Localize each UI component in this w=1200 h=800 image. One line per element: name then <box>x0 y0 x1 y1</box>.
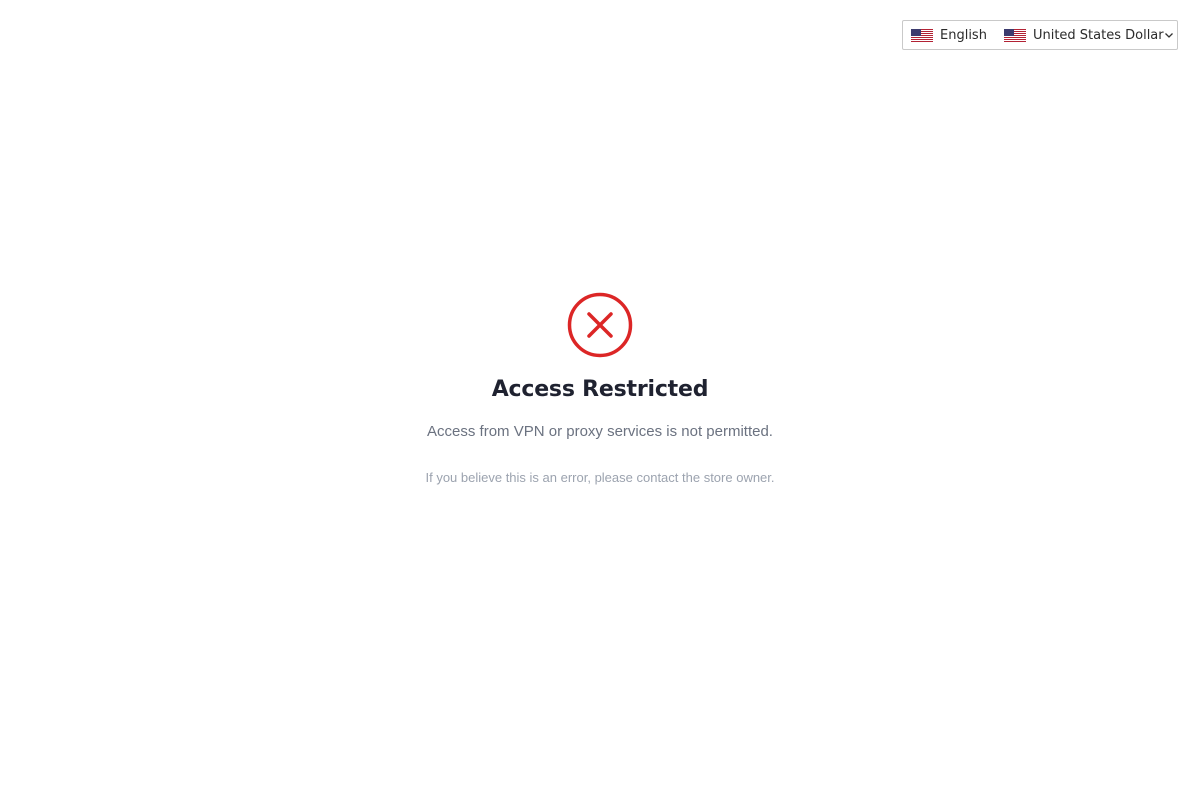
us-flag-icon <box>911 28 933 42</box>
access-restricted-notice: Access Restricted Access from VPN or pro… <box>0 292 1200 487</box>
restriction-message: Access from VPN or proxy services is not… <box>427 423 773 440</box>
page-title: Access Restricted <box>491 377 709 402</box>
locale-currency-selector[interactable]: English United States Dollar <box>902 20 1178 50</box>
help-note: If you believe this is an error, please … <box>425 470 775 485</box>
x-circle-icon <box>567 292 633 358</box>
us-flag-icon <box>1003 28 1026 42</box>
chevron-down-icon <box>1164 33 1173 38</box>
currency-label: United States Dollar <box>1032 27 1164 43</box>
language-label: English <box>940 27 987 43</box>
page: English United States Dollar Access Rest… <box>0 0 1200 800</box>
